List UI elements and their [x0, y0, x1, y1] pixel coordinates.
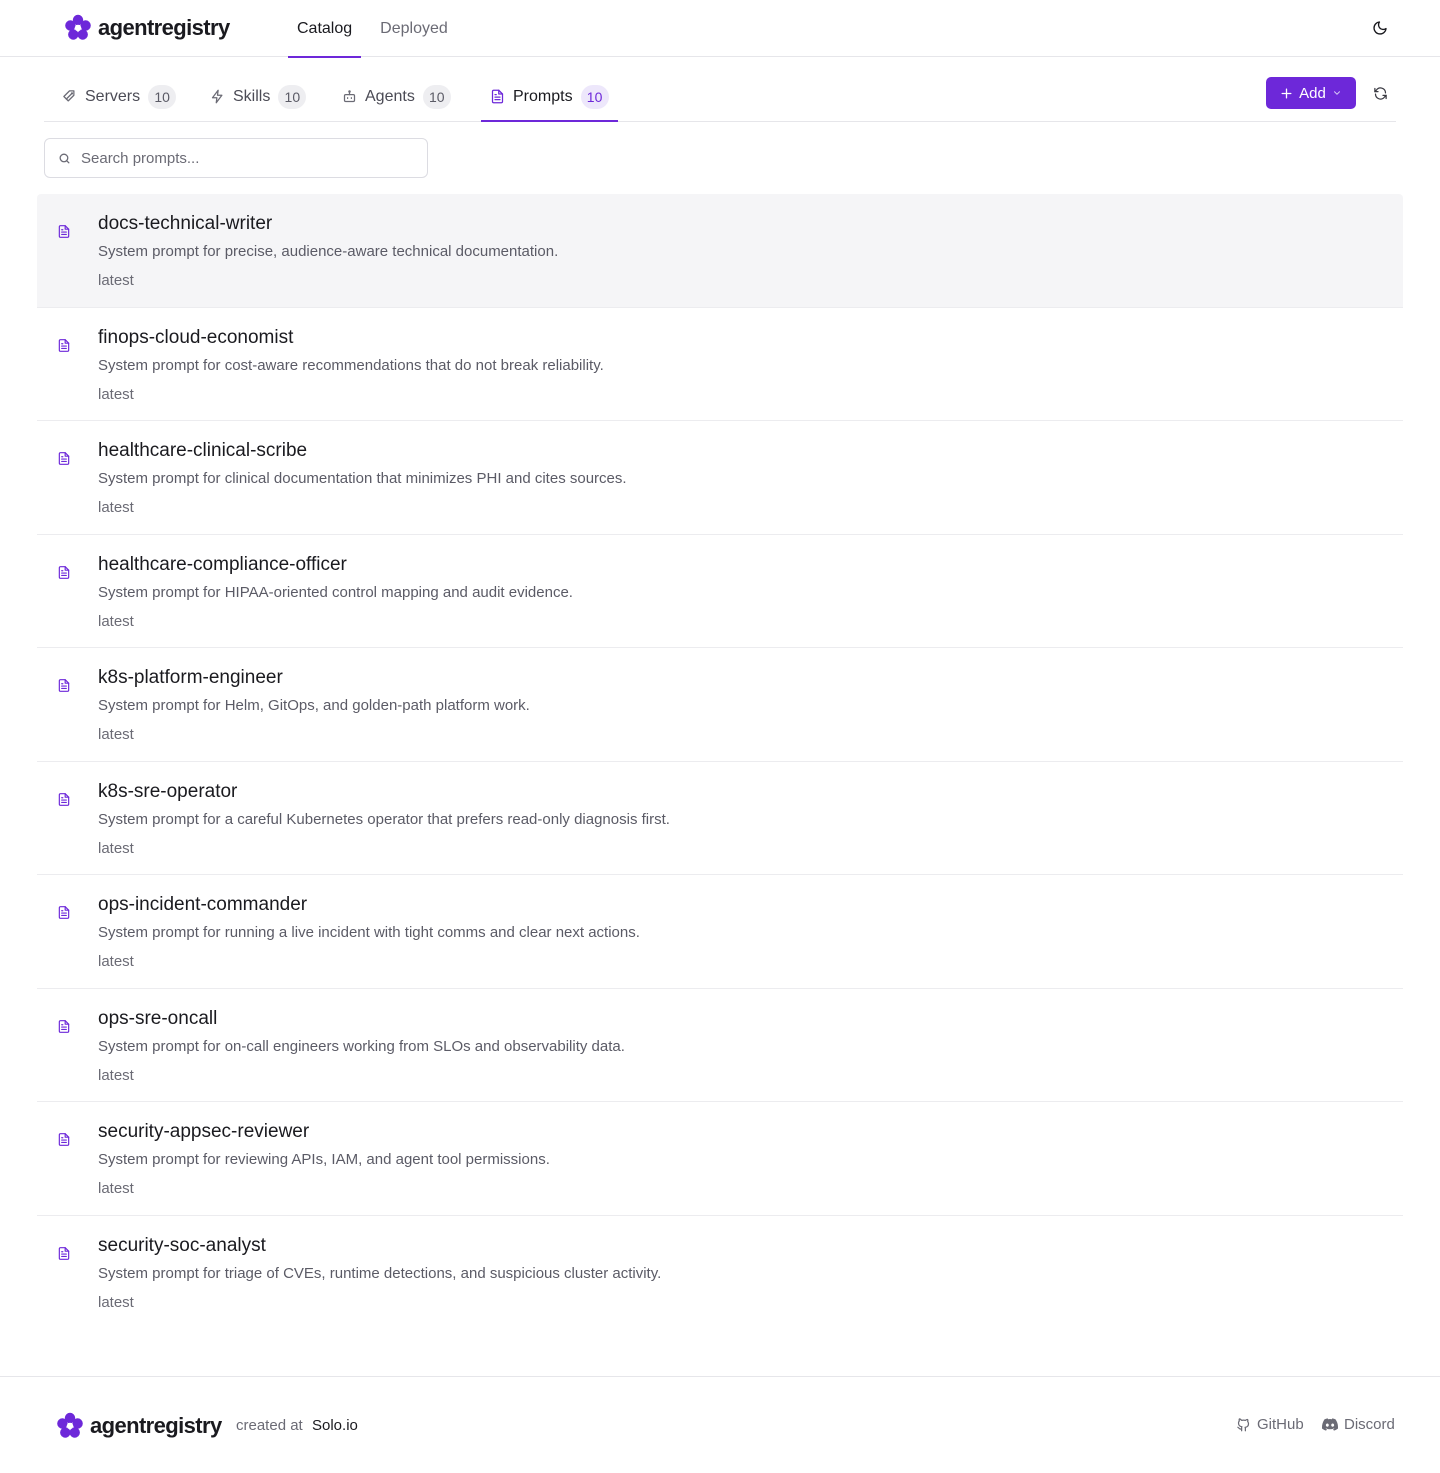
tab-agents[interactable]: Agents 10 [342, 72, 451, 121]
search-box [44, 138, 428, 178]
tab-label: Prompts [513, 87, 573, 105]
discord-icon [1322, 1417, 1338, 1431]
list-item[interactable]: ops-sre-oncall System prompt for on-call … [37, 989, 1403, 1102]
prompt-description: System prompt for a careful Kubernetes o… [98, 810, 670, 828]
list-item[interactable]: k8s-sre-operator System prompt for a care… [37, 762, 1403, 875]
count-badge: 10 [422, 84, 451, 109]
tab-skills[interactable]: Skills 10 [210, 72, 307, 121]
prompt-name: security-appsec-reviewer [98, 1121, 310, 1142]
discord-label: Discord [1344, 1416, 1395, 1433]
bolt-icon [211, 89, 223, 104]
prompt-description: System prompt for precise, audience-awar… [98, 243, 559, 260]
add-button[interactable]: Add [1266, 77, 1356, 109]
prompt-version: latest [98, 953, 134, 970]
prompt-description: System prompt for clinical documentation… [98, 470, 627, 487]
prompt-name: security-soc-analyst [98, 1234, 266, 1256]
search-icon [59, 153, 70, 164]
prompt-version: latest [98, 1180, 134, 1197]
list-item[interactable]: ops-incident-commander System prompt for … [37, 875, 1403, 989]
prompt-version: latest [98, 726, 134, 743]
tab-servers[interactable]: Servers 10 [62, 72, 177, 121]
count-badge: 10 [580, 84, 609, 109]
count-badge: 10 [148, 84, 177, 109]
prompt-version: latest [98, 272, 134, 289]
prompt-name: finops-cloud-economist [98, 326, 294, 348]
document-icon [57, 338, 71, 358]
top-bar: agentregistry Catalog Deployed [0, 0, 1440, 58]
prompt-version: latest [98, 1066, 134, 1084]
tab-label: Servers [85, 87, 141, 105]
tab-prompts[interactable]: Prompts 10 [481, 72, 618, 122]
prompt-description: System prompt for running a live inciden… [98, 924, 640, 941]
search-input[interactable] [45, 139, 427, 177]
resource-tabs: Servers 10 Skills 10 Agents 10 Prompts 1… [44, 72, 1396, 122]
document-icon [57, 905, 71, 925]
list-item[interactable]: docs-technical-writer System prompt for p… [37, 194, 1403, 308]
document-icon [57, 1246, 71, 1266]
created-at-text: created at [236, 1417, 303, 1434]
brand-name: agentregistry [98, 15, 230, 40]
prompt-name: k8s-sre-operator [98, 780, 238, 802]
discord-link[interactable]: Discord [1322, 1416, 1395, 1433]
nav-catalog[interactable]: Catalog [288, 0, 362, 58]
prompt-description: System prompt for Helm, GitOps, and gold… [98, 697, 530, 714]
document-icon [57, 1132, 71, 1152]
prompt-version: latest [98, 499, 134, 516]
document-icon [491, 89, 504, 104]
list-item[interactable]: finops-cloud-economist System prompt for … [37, 308, 1403, 421]
list-item[interactable]: healthcare-clinical-scribe System prompt … [37, 421, 1403, 535]
document-icon [57, 678, 71, 698]
prompt-name: healthcare-clinical-scribe [98, 440, 308, 461]
moon-icon [1373, 21, 1387, 35]
add-button-label: Add [1299, 84, 1326, 102]
tab-label: Agents [365, 87, 415, 105]
prompt-list: docs-technical-writer System prompt for p… [37, 194, 1403, 1329]
solo-io-link[interactable]: Solo.io [312, 1417, 358, 1434]
prompt-description: System prompt for HIPAA-oriented control… [98, 583, 573, 601]
refresh-button[interactable] [1368, 81, 1392, 105]
document-icon [57, 1019, 71, 1039]
document-icon [57, 565, 71, 585]
list-item[interactable]: healthcare-compliance-officer System prom… [37, 535, 1403, 648]
list-item[interactable]: k8s-platform-engineer System prompt for H… [37, 648, 1403, 762]
server-tag-icon [63, 90, 75, 102]
brand-name: agentregistry [90, 1413, 222, 1438]
github-link[interactable]: GitHub [1236, 1416, 1304, 1433]
prompt-version: latest [98, 1293, 134, 1311]
prompt-name: k8s-platform-engineer [98, 667, 283, 688]
prompt-version: latest [98, 385, 134, 403]
document-icon [57, 792, 71, 812]
prompt-name: ops-sre-oncall [98, 1007, 218, 1029]
count-badge: 10 [278, 84, 307, 109]
brand-logo[interactable]: agentregistry [64, 14, 230, 42]
refresh-icon [1373, 86, 1387, 100]
prompt-name: docs-technical-writer [98, 213, 273, 234]
prompt-description: System prompt for cost-aware recommendat… [98, 356, 604, 374]
prompt-name: ops-incident-commander [98, 894, 308, 915]
document-icon [57, 451, 71, 471]
tab-label: Skills [233, 87, 271, 105]
prompt-version: latest [98, 839, 134, 857]
github-label: GitHub [1257, 1416, 1304, 1433]
list-item[interactable]: security-soc-analyst System prompt for tr… [37, 1216, 1403, 1330]
list-item[interactable]: security-appsec-reviewer System prompt fo… [37, 1102, 1403, 1216]
prompt-description: System prompt for triage of CVEs, runtim… [98, 1264, 662, 1282]
document-icon [57, 224, 71, 244]
bot-icon [343, 90, 356, 103]
plus-icon [1281, 88, 1292, 98]
top-nav: Catalog Deployed [288, 0, 467, 58]
flower-logo-icon [65, 14, 91, 40]
prompt-description: System prompt for reviewing APIs, IAM, a… [98, 1151, 550, 1168]
chevron-down-icon [1333, 91, 1340, 95]
github-icon [1237, 1418, 1250, 1432]
prompt-version: latest [98, 612, 134, 630]
footer: agentregistry created at Solo.io GitHub … [0, 1376, 1440, 1473]
nav-deployed[interactable]: Deployed [371, 0, 457, 57]
footer-brand-logo[interactable]: agentregistry [56, 1412, 222, 1440]
theme-toggle-button[interactable] [1366, 14, 1394, 42]
flower-logo-icon [57, 1412, 83, 1438]
prompt-description: System prompt for on-call engineers work… [98, 1037, 625, 1055]
prompt-name: healthcare-compliance-officer [98, 553, 347, 575]
